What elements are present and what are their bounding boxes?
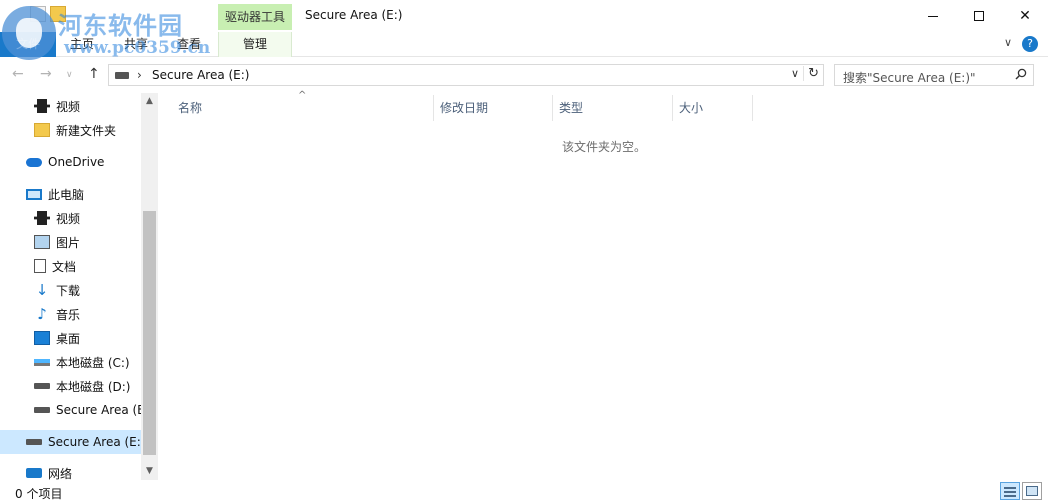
downloads-icon: ↓	[35, 281, 49, 299]
details-view-button[interactable]	[1000, 482, 1020, 500]
drive-tools-context-tab: 驱动器工具	[218, 4, 292, 30]
pictures-icon	[34, 235, 50, 249]
sidebar-item-label: 新建文件夹	[56, 123, 117, 138]
video-icon	[34, 211, 50, 225]
column-header-size[interactable]: 大小	[673, 95, 753, 121]
column-header-name[interactable]: 名称	[172, 95, 434, 121]
scroll-down-icon[interactable]: ▼	[141, 463, 158, 480]
sidebar-item-label: 文档	[52, 259, 77, 274]
sidebar-item-label: 网络	[48, 466, 73, 481]
address-row: ← → ∨ ↑ › Secure Area (E:) ∨ ↻ 搜索"Secure…	[0, 60, 1048, 90]
scroll-up-icon[interactable]: ▲	[141, 93, 158, 110]
ribbon-collapse-icon[interactable]: ∨	[1004, 36, 1012, 52]
folder-icon	[34, 123, 50, 137]
sidebar-item-new-folder[interactable]: 新建文件夹	[0, 118, 142, 142]
drive-icon	[34, 383, 50, 389]
breadcrumb-separator[interactable]: ›	[137, 68, 142, 82]
sidebar-item-drive-c[interactable]: 本地磁盘 (C:)	[0, 350, 142, 374]
minimize-icon	[928, 15, 938, 17]
close-icon: ✕	[1019, 8, 1031, 24]
sidebar-item-label: 音乐	[56, 307, 81, 322]
sidebar-item-videos-quick[interactable]: 视频	[0, 94, 142, 118]
search-input[interactable]: 搜索"Secure Area (E:)"	[834, 64, 1034, 86]
empty-folder-message: 该文件夹为空。	[562, 140, 647, 154]
drive-icon	[115, 72, 129, 79]
tab-manage[interactable]: 管理	[218, 32, 292, 57]
maximize-button[interactable]	[956, 0, 1002, 32]
search-icon[interactable]	[1015, 68, 1027, 80]
sidebar-item-label: OneDrive	[48, 155, 105, 169]
network-icon	[26, 468, 42, 478]
music-icon: ♪	[37, 305, 47, 323]
help-icon[interactable]: ?	[1022, 36, 1038, 52]
address-dropdown-icon[interactable]: ∨	[791, 67, 799, 80]
sidebar-item-label: Secure Area (E:)	[48, 435, 142, 449]
large-icons-view-button[interactable]	[1022, 482, 1042, 500]
navigation-pane: 视频 新建文件夹 OneDrive 此电脑 视频 图片 文档 ↓ 下载 ♪ 音乐…	[0, 93, 158, 481]
watermark-logo-icon	[2, 6, 56, 60]
recent-locations-button[interactable]: ∨	[66, 70, 73, 80]
sidebar-item-videos[interactable]: 视频	[0, 206, 142, 230]
forward-button[interactable]: →	[40, 66, 52, 82]
drive-c-icon	[34, 358, 50, 366]
nav-scrollbar[interactable]: ▲ ▼	[141, 93, 158, 480]
video-icon	[34, 99, 50, 113]
window-title: Secure Area (E:)	[305, 8, 403, 22]
up-button[interactable]: ↑	[88, 66, 100, 82]
watermark-title: 河东软件园	[58, 11, 183, 40]
this-pc-icon	[26, 188, 42, 200]
address-bar[interactable]: › Secure Area (E:) ∨ ↻	[108, 64, 824, 86]
watermark: 河东软件园 www.pc0359.cn	[0, 0, 210, 62]
scrollbar-thumb[interactable]	[143, 211, 156, 455]
documents-icon	[34, 259, 46, 273]
sidebar-item-label: 图片	[56, 235, 81, 250]
minimize-button[interactable]	[910, 0, 956, 32]
status-bar: 0 个项目	[0, 480, 1048, 504]
sidebar-item-secure-area[interactable]: Secure Area (E:)	[0, 430, 142, 454]
column-headers: 名称 修改日期 类型 大小	[158, 95, 1048, 121]
watermark-url: www.pc0359.cn	[64, 38, 211, 58]
close-button[interactable]: ✕	[1002, 0, 1048, 32]
desktop-icon	[34, 331, 50, 345]
sidebar-item-drive-e[interactable]: Secure Area (E	[0, 398, 142, 422]
sidebar-item-onedrive[interactable]: OneDrive	[0, 150, 142, 174]
sidebar-item-label: 视频	[56, 211, 81, 226]
sidebar-item-documents[interactable]: 文档	[0, 254, 142, 278]
refresh-icon[interactable]: ↻	[803, 66, 819, 81]
drive-icon	[26, 439, 42, 445]
item-count: 0 个项目	[15, 487, 63, 501]
sidebar-item-desktop[interactable]: 桌面	[0, 326, 142, 350]
sidebar-item-this-pc[interactable]: 此电脑	[0, 182, 142, 206]
back-button[interactable]: ←	[12, 66, 24, 82]
maximize-icon	[974, 11, 984, 21]
column-header-date-modified[interactable]: 修改日期	[434, 95, 553, 121]
sidebar-item-label: 视频	[56, 99, 81, 114]
sidebar-item-label: 此电脑	[48, 187, 85, 202]
sidebar-item-label: 本地磁盘 (D:)	[56, 379, 131, 394]
breadcrumb-item-secure-area[interactable]: Secure Area (E:)	[152, 68, 250, 82]
sidebar-item-pictures[interactable]: 图片	[0, 230, 142, 254]
sidebar-item-music[interactable]: ♪ 音乐	[0, 302, 142, 326]
sidebar-item-label: Secure Area (E	[56, 403, 142, 417]
search-placeholder: 搜索"Secure Area (E:)"	[843, 71, 976, 85]
onedrive-icon	[26, 157, 42, 167]
sidebar-item-label: 本地磁盘 (C:)	[56, 355, 130, 370]
drive-icon	[34, 407, 50, 413]
column-header-type[interactable]: 类型	[553, 95, 673, 121]
sidebar-item-label: 下载	[56, 283, 81, 298]
sidebar-item-label: 桌面	[56, 331, 81, 346]
sidebar-item-downloads[interactable]: ↓ 下载	[0, 278, 142, 302]
sidebar-item-drive-d[interactable]: 本地磁盘 (D:)	[0, 374, 142, 398]
